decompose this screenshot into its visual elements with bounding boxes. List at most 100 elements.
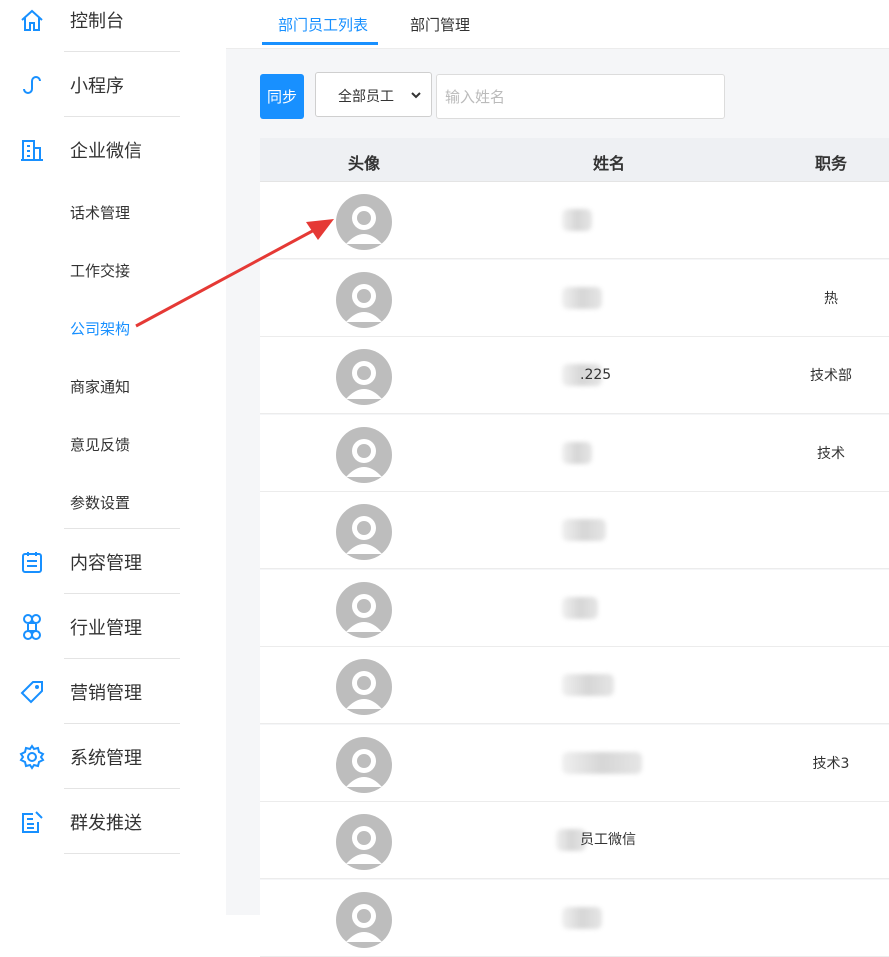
table-row: .225 技术部 bbox=[260, 337, 889, 414]
employee-position: 技术3 bbox=[812, 755, 850, 772]
default-avatar-icon bbox=[336, 659, 392, 715]
table-row bbox=[260, 569, 889, 647]
employee-position: 技术 bbox=[817, 445, 845, 462]
default-avatar-icon bbox=[336, 736, 392, 793]
sub-item-handover[interactable]: 工作交接 bbox=[70, 260, 130, 281]
default-avatar-icon bbox=[336, 349, 392, 405]
home-icon bbox=[21, 9, 43, 31]
employee-name-text bbox=[572, 600, 580, 616]
default-avatar-icon bbox=[336, 426, 392, 483]
divider bbox=[64, 528, 180, 529]
employee-name-text bbox=[572, 677, 580, 693]
table-row: 技术3 bbox=[260, 724, 889, 802]
employee-name: 员工微信 bbox=[556, 829, 636, 851]
nav-item-content[interactable]: 内容管理 bbox=[0, 530, 226, 594]
divider bbox=[64, 593, 180, 594]
sub-item-notifications[interactable]: 商家通知 bbox=[70, 376, 130, 397]
table-row: 热 bbox=[260, 259, 889, 337]
clipboard-icon bbox=[22, 552, 42, 573]
name-search-input[interactable] bbox=[436, 74, 725, 119]
nav-item-industry[interactable]: 行业管理 bbox=[0, 595, 226, 659]
divider bbox=[64, 723, 180, 724]
divider bbox=[64, 658, 180, 659]
nav-item-label: 行业管理 bbox=[70, 618, 142, 639]
employee-name bbox=[562, 209, 602, 231]
divider bbox=[64, 788, 180, 789]
sub-item-scripts[interactable]: 话术管理 bbox=[70, 202, 130, 223]
employee-name bbox=[562, 441, 602, 464]
employee-position: 技术部 bbox=[810, 368, 852, 384]
sub-item-org-structure[interactable]: 公司架构 bbox=[70, 318, 130, 339]
building-icon bbox=[21, 140, 43, 161]
nav-item-system[interactable]: 系统管理 bbox=[0, 725, 226, 789]
nav-item-wecom[interactable]: 企业微信 bbox=[0, 118, 226, 182]
nav-item-miniprogram[interactable]: 小程序 bbox=[0, 53, 226, 117]
sidebar: 控制台 小程序 企业微信 话术管理 工作交接 公司架构 商家通知 意见反馈 参数… bbox=[0, 0, 226, 915]
table-row: 员工微信 bbox=[260, 802, 889, 879]
redacted-blur bbox=[562, 519, 606, 541]
nav-item-label: 群发推送 bbox=[70, 813, 142, 834]
nav-item-dashboard[interactable]: 控制台 bbox=[0, 0, 226, 52]
table-header: 头像 姓名 职务 bbox=[260, 138, 889, 182]
redacted-blur bbox=[562, 906, 602, 929]
table-row bbox=[260, 647, 889, 724]
table-row: 技术 bbox=[260, 414, 889, 492]
nav-item-broadcast[interactable]: 群发推送 bbox=[0, 790, 226, 854]
header-name: 姓名 bbox=[592, 154, 626, 173]
sync-button[interactable]: 同步 bbox=[260, 74, 304, 119]
employee-name-text: 员工微信 bbox=[580, 832, 636, 848]
gear-icon bbox=[19, 744, 45, 770]
default-avatar-icon bbox=[336, 194, 392, 250]
nav-item-label: 企业微信 bbox=[70, 141, 142, 162]
default-avatar-icon bbox=[336, 271, 392, 328]
edit-doc-icon bbox=[22, 811, 43, 833]
tab-bar: 部门员工列表 部门管理 bbox=[226, 0, 889, 49]
default-avatar-icon bbox=[336, 504, 392, 560]
default-avatar-icon bbox=[336, 581, 392, 638]
employee-name bbox=[562, 519, 606, 541]
command-icon bbox=[22, 614, 42, 640]
divider bbox=[64, 853, 180, 854]
employee-name bbox=[562, 674, 614, 696]
employee-name-text bbox=[572, 522, 580, 538]
nav-item-label: 系统管理 bbox=[70, 748, 142, 769]
employee-name-text bbox=[572, 910, 580, 926]
select-value: 全部员工 bbox=[338, 89, 394, 105]
main-content: 部门员工列表 部门管理 同步 全部员工 头像 姓名 职务 热 .225 技术部技术技… bbox=[226, 0, 889, 957]
employee-name bbox=[562, 906, 602, 929]
redacted-blur bbox=[562, 596, 598, 619]
employee-name-text bbox=[572, 445, 580, 461]
default-avatar-icon bbox=[336, 814, 392, 870]
nav-item-marketing[interactable]: 营销管理 bbox=[0, 660, 226, 724]
miniprogram-icon bbox=[23, 76, 41, 94]
nav-item-label: 小程序 bbox=[70, 76, 124, 97]
employee-name: .225 bbox=[562, 364, 612, 386]
nav-item-label: 控制台 bbox=[70, 11, 124, 32]
employee-name-text: .225 bbox=[580, 367, 612, 383]
employee-name-text bbox=[572, 755, 580, 771]
divider bbox=[64, 116, 180, 117]
sub-item-settings[interactable]: 参数设置 bbox=[70, 492, 130, 513]
nav-item-label: 内容管理 bbox=[70, 553, 142, 574]
sub-item-feedback[interactable]: 意见反馈 bbox=[70, 434, 130, 455]
employee-name bbox=[562, 596, 602, 619]
active-tab-indicator bbox=[262, 42, 378, 45]
employee-name bbox=[562, 286, 602, 309]
divider bbox=[64, 51, 180, 52]
employee-filter-select[interactable]: 全部员工 bbox=[315, 72, 432, 117]
chevron-down-icon bbox=[411, 92, 421, 99]
employee-position: 热 bbox=[824, 290, 838, 307]
nav-item-label: 营销管理 bbox=[70, 683, 142, 704]
table-row bbox=[260, 492, 889, 569]
default-avatar-icon bbox=[336, 891, 392, 948]
redacted-blur bbox=[562, 674, 614, 696]
header-avatar: 头像 bbox=[347, 154, 381, 173]
tab-employee-list[interactable]: 部门员工列表 bbox=[278, 14, 368, 35]
table-row bbox=[260, 182, 889, 259]
redacted-blur bbox=[562, 286, 602, 309]
tab-department-management[interactable]: 部门管理 bbox=[410, 14, 470, 35]
tag-icon bbox=[20, 681, 43, 704]
header-position: 职务 bbox=[814, 154, 848, 173]
employee-name-text bbox=[572, 212, 580, 228]
employee-name bbox=[562, 751, 642, 774]
